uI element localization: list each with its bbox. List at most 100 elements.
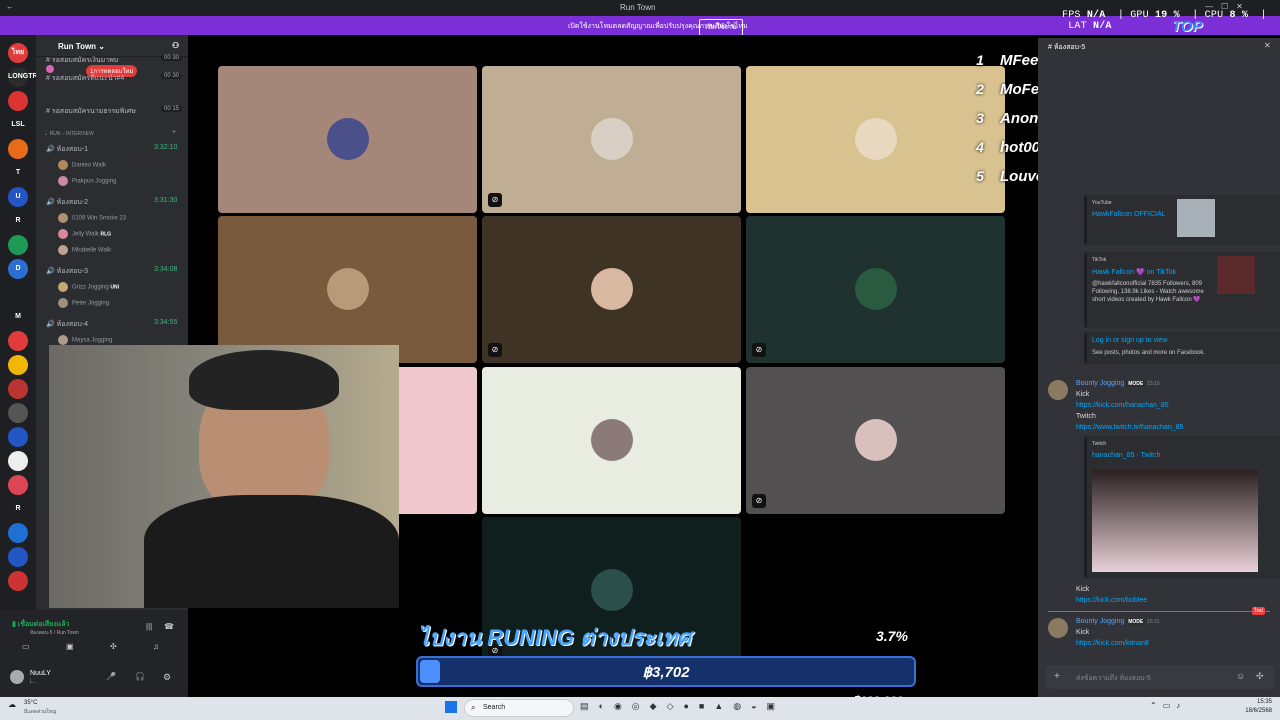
clock-time[interactable]: 15:35 xyxy=(1222,699,1272,705)
add-attachment-icon[interactable]: + xyxy=(1054,671,1060,682)
server-icon[interactable] xyxy=(8,331,28,351)
server-icon[interactable]: U xyxy=(8,187,28,207)
voice-time: 3:34:55 xyxy=(154,319,178,326)
embed-description: @hawkfallconofficial 7835 Followers, 809… xyxy=(1092,281,1204,303)
participant-tile[interactable]: ⊘ xyxy=(482,216,741,363)
voice-channel[interactable]: 🔊 ห้องสอบ-4 3:34:55 xyxy=(46,319,177,330)
participant-tile[interactable]: ⊘ xyxy=(482,66,741,213)
apps-icon[interactable]: ✣ xyxy=(1256,671,1264,682)
user-name: Jelly Walk xyxy=(72,231,99,238)
muted-mic-icon: ⊘ xyxy=(488,343,502,357)
camera-off-icon[interactable]: ▭ xyxy=(22,642,30,651)
search-box[interactable]: ⌕ Search xyxy=(464,699,574,717)
disconnect-icon[interactable]: ☎ xyxy=(164,622,174,631)
add-channel-icon[interactable]: + xyxy=(172,129,176,136)
server-icon[interactable]: R xyxy=(8,499,28,519)
headphones-icon[interactable]: 🎧 xyxy=(135,672,145,681)
server-icon[interactable] xyxy=(8,139,28,159)
voice-user[interactable]: Piakpun Jogging xyxy=(58,176,116,186)
message-author[interactable]: Bounty Jogging xyxy=(1076,618,1124,625)
noise-icon[interactable]: ||| xyxy=(146,622,152,631)
server-icon[interactable]: ไทย xyxy=(8,43,28,63)
voice-channel[interactable]: 🔊 ห้องสอบ-3 3:34:08 xyxy=(46,266,177,277)
voice-user[interactable]: 0109 Win Smoke 23 xyxy=(58,213,126,223)
voice-user[interactable]: Mirabelle Walk xyxy=(58,245,111,255)
server-icon[interactable]: R xyxy=(8,211,28,231)
category-header[interactable]: ⌄ RUN – INTERVIEW xyxy=(44,131,94,137)
message-input[interactable]: + ส่งข้อความถึง ห้องสอบ-5 ☺ ✣ xyxy=(1046,665,1274,689)
add-member-icon[interactable]: ⚇ xyxy=(172,41,179,50)
server-icon[interactable]: D xyxy=(8,259,28,279)
weather-desc: มีแดดส่วนใหญ่ xyxy=(24,709,57,715)
participant-tile[interactable]: ⊘ xyxy=(746,216,1005,363)
participant-avatar xyxy=(591,118,633,160)
taskbar-apps[interactable]: ▤◐◉◎◆◇●■▲◍◒▣ xyxy=(580,701,785,712)
notice-enable-button[interactable]: เปิดใช้งาน xyxy=(699,19,743,36)
participant-tile[interactable] xyxy=(218,66,477,213)
server-icon[interactable]: M xyxy=(8,307,28,327)
embed-title-link[interactable]: hanachan_85 - Twitch xyxy=(1092,452,1160,459)
server-icon[interactable] xyxy=(8,91,28,111)
server-icon[interactable] xyxy=(8,403,28,423)
voice-time: 3:32:10 xyxy=(154,144,178,151)
avatar[interactable] xyxy=(1048,618,1068,638)
server-icon[interactable] xyxy=(8,547,28,567)
clock-date[interactable]: 18/6/2568 xyxy=(1222,708,1272,714)
server-icon[interactable]: LONGTRY xyxy=(8,67,42,87)
voice-user[interactable]: Danieo Walk xyxy=(58,160,106,170)
search-label: Search xyxy=(483,704,506,711)
back-arrow-icon[interactable]: ← xyxy=(6,2,14,11)
avatar[interactable] xyxy=(1048,380,1068,400)
server-icon[interactable] xyxy=(8,235,28,255)
channel-item[interactable]: # รอสอบสมัครที่แนะนำ#4 00 30 xyxy=(46,73,183,84)
weather-icon[interactable]: ☁ xyxy=(8,700,16,709)
message-link[interactable]: https://kick.com/hanachan_85 xyxy=(1076,402,1169,409)
user-name: Peter Jogging xyxy=(72,300,110,307)
message-link[interactable]: https://kick.com/kitnan8 xyxy=(1076,640,1149,647)
channel-item[interactable]: # รอสอบสมัครนามธรรมพิเศษ 00 15 xyxy=(46,106,183,117)
avatar[interactable] xyxy=(10,670,24,684)
message-link[interactable]: https://www.twitch.tv/hanachan_85 xyxy=(1076,424,1183,431)
embed-title-link[interactable]: Hawk Fallcon 💜 on TikTok xyxy=(1092,268,1176,276)
server-icon[interactable] xyxy=(8,571,28,591)
participant-tile[interactable]: ⊘ xyxy=(746,367,1005,514)
server-icon[interactable] xyxy=(8,283,28,303)
server-icon[interactable] xyxy=(8,451,28,471)
soundboard-icon[interactable]: ♫ xyxy=(153,642,159,651)
server-icon[interactable] xyxy=(8,475,28,495)
mic-icon[interactable]: 🎤 xyxy=(106,672,116,681)
participant-tile[interactable] xyxy=(482,367,741,514)
embed-title-link[interactable]: HawkFallcon OFFICIAL xyxy=(1092,211,1166,218)
message-link[interactable]: https://kick.com/boblee xyxy=(1076,597,1147,604)
voice-channel-path[interactable]: ห้องสอบ-5 / Run Town xyxy=(30,629,79,637)
voice-user[interactable]: Jelly Walk RLG xyxy=(58,229,111,239)
server-icon[interactable] xyxy=(8,427,28,447)
voice-user[interactable]: Grizz Jogging UNI xyxy=(58,282,119,292)
voice-user[interactable]: Peter Jogging xyxy=(58,298,109,308)
voice-channel[interactable]: 🔊 ห้องสอบ-2 3:31:30 xyxy=(46,197,177,208)
embed-title-link[interactable]: Log in or sign up to view xyxy=(1092,337,1168,344)
channel-name: รอสอบสมัครที่แนะนำ#4 xyxy=(51,75,125,82)
server-icon[interactable] xyxy=(8,355,28,375)
channel-count: 00 15 xyxy=(161,106,183,112)
screen-share-icon[interactable]: ▣ xyxy=(66,642,74,651)
settings-gear-icon[interactable]: ⚙ xyxy=(163,672,171,683)
participant-tile[interactable] xyxy=(746,66,1005,213)
voice-channel[interactable]: 🔊 ห้องสอบ-1 3:32:10 xyxy=(46,144,177,155)
participant-tile[interactable] xyxy=(218,216,477,363)
youtube-embed: YouTube HawkFallcon OFFICIAL xyxy=(1084,195,1280,245)
server-icon[interactable]: T xyxy=(8,163,28,183)
start-icon[interactable] xyxy=(445,701,457,713)
server-header[interactable]: Run Town ⌄ ⚇ xyxy=(36,35,188,57)
close-icon[interactable]: ✕ xyxy=(1264,41,1271,50)
emoji-icon[interactable]: ☺ xyxy=(1236,671,1245,681)
voice-user[interactable]: Maysa Jogging xyxy=(58,335,112,345)
server-icon[interactable]: LSL xyxy=(8,115,28,135)
activities-icon[interactable]: ✣ xyxy=(110,642,117,651)
server-icon[interactable] xyxy=(8,523,28,543)
message-author[interactable]: Bounty Jogging xyxy=(1076,380,1124,387)
system-tray-icons[interactable]: ⌃▭♪ xyxy=(1150,701,1186,710)
server-icon[interactable] xyxy=(8,379,28,399)
embed-image[interactable] xyxy=(1092,470,1258,572)
tiktok-embed: TikTok Hawk Fallcon 💜 on TikTok @hawkfal… xyxy=(1084,252,1280,328)
